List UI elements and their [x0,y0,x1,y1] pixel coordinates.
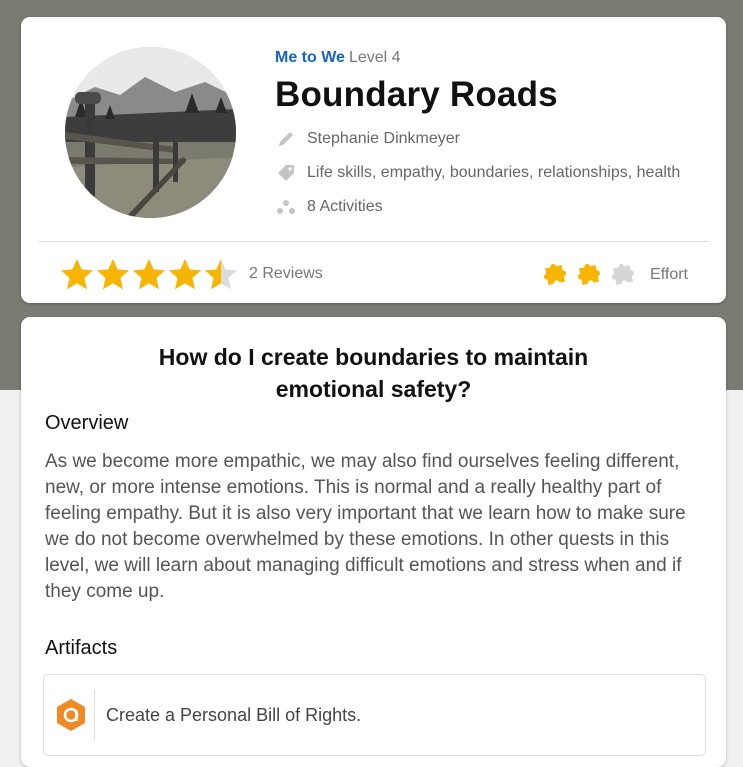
artifact-item[interactable]: Create a Personal Bill of Rights. [43,674,706,756]
activities-row: 8 Activities [275,197,706,217]
pencil-icon [275,129,297,149]
quest-cover-image [65,47,236,218]
puzzle-icon [612,264,635,285]
overview-text: As we become more empathic, we may also … [45,451,686,602]
tags-row: Life skills, empathy, boundaries, relati… [275,163,706,183]
star-icon[interactable] [203,257,239,291]
artifacts-heading: Artifacts [45,637,118,659]
artifact-label[interactable]: Create a Personal Bill of Rights. [106,705,361,726]
quest-detail-card: How do I create boundaries to maintain e… [21,317,726,767]
reviews-count[interactable]: 2 Reviews [249,265,323,283]
author-name[interactable]: Stephanie Dinkmeyer [307,130,460,148]
activities-icon [275,197,297,217]
rating-section[interactable]: 2 Reviews [59,257,323,291]
activities-count: 8 Activities [307,198,383,215]
artifact-separator [94,690,95,740]
effort-meter [536,261,638,289]
star-icon[interactable] [131,257,167,291]
level-label: Level 4 [348,49,401,66]
quest-question: How do I create boundaries to maintain e… [158,344,589,402]
puzzle-icon [544,264,567,285]
effort-label: Effort [650,266,688,283]
divider [38,241,709,242]
quest-title: Boundary Roads [275,75,558,114]
tag-icon [275,163,297,183]
effort-section: Effort [536,261,688,289]
tags-list: Life skills, empathy, boundaries, relati… [307,164,681,181]
star-icon[interactable] [59,257,95,291]
quest-category-line: Me to We Level 4 [275,47,706,69]
puzzle-icon [578,264,601,285]
overview-heading: Overview [45,412,129,434]
quest-summary-card: Me to We Level 4 Boundary Roads Stephanie… [21,17,726,303]
star-icon[interactable] [95,257,131,291]
star-rating[interactable] [59,257,239,291]
group-link[interactable]: Me to We [275,49,345,66]
quest-meta: Me to We Level 4 Boundary Roads Stephanie… [275,47,706,217]
star-icon[interactable] [167,257,203,291]
author-row: Stephanie Dinkmeyer [275,129,706,149]
artifact-badge-icon [56,698,86,732]
